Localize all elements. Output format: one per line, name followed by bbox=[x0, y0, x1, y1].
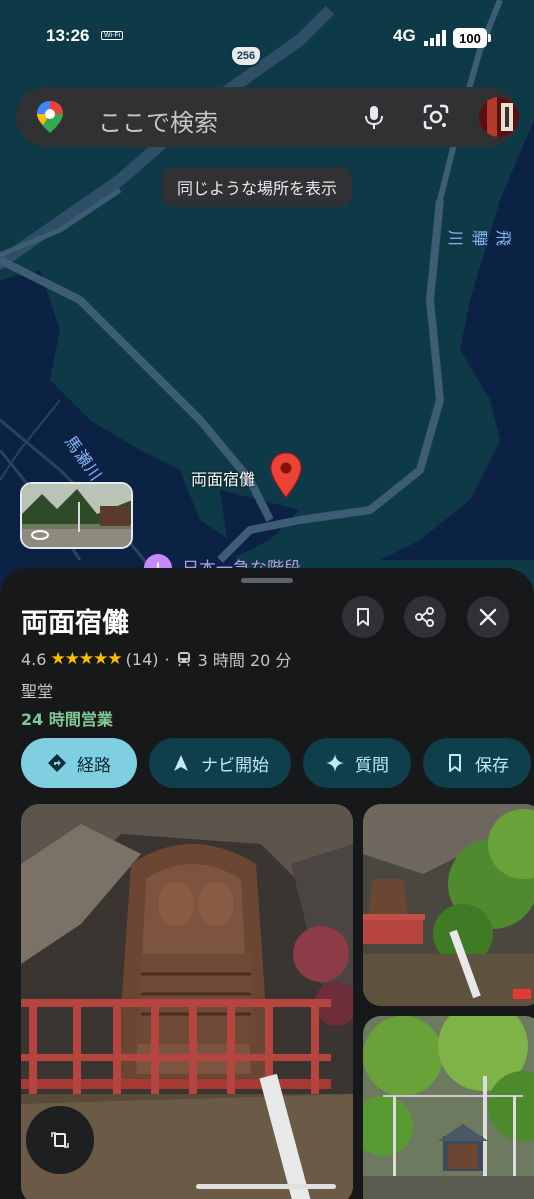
save-chip-button[interactable]: 保存 bbox=[423, 738, 531, 788]
place-map-label[interactable]: 両面宿儺 bbox=[191, 466, 255, 490]
system-nav-handle[interactable] bbox=[196, 1184, 336, 1189]
close-icon bbox=[479, 608, 497, 626]
rotate-photo-button[interactable] bbox=[26, 1106, 94, 1174]
place-details-sheet[interactable]: 両面宿儺 4.6 ★★★★★ (14) · 3 時間 20 分 聖堂 24 時間… bbox=[0, 568, 534, 1199]
sparkle-icon bbox=[326, 754, 344, 772]
share-button[interactable] bbox=[404, 596, 446, 638]
ask-button[interactable]: 質問 bbox=[303, 738, 411, 788]
directions-icon bbox=[48, 754, 66, 772]
photo-thumbnail[interactable] bbox=[363, 1016, 534, 1199]
save-label: 保存 bbox=[475, 755, 509, 776]
lens-icon[interactable] bbox=[421, 103, 451, 131]
close-button[interactable] bbox=[467, 596, 509, 638]
rotate-icon bbox=[51, 1132, 69, 1148]
photo-gallery[interactable] bbox=[21, 804, 534, 1199]
separator: · bbox=[164, 649, 170, 669]
transit-icon bbox=[177, 652, 190, 667]
transit-time: 3 時間 20 分 bbox=[197, 651, 292, 670]
opening-hours[interactable]: 24 時間営業 bbox=[21, 706, 113, 730]
photo-thumbnail[interactable] bbox=[363, 804, 534, 1006]
place-title: 両面宿儺 bbox=[21, 608, 129, 639]
directions-label: 経路 bbox=[77, 755, 111, 776]
street-view-thumbnail[interactable] bbox=[20, 482, 133, 549]
save-button[interactable] bbox=[342, 596, 384, 638]
action-chips: 経路 ナビ開始 質問 保存 bbox=[21, 738, 534, 788]
battery-indicator: 100 bbox=[453, 28, 491, 48]
signal-icon bbox=[424, 30, 446, 46]
river-label-2: 飛騨川 bbox=[446, 230, 513, 247]
ask-label: 質問 bbox=[355, 755, 389, 776]
network-type: 4G bbox=[393, 26, 416, 45]
review-count[interactable]: (14) bbox=[126, 650, 159, 669]
status-time: 13:26 bbox=[46, 26, 90, 45]
map-view[interactable]: 13:26 Wi-Fi 4G 100 256 ここで検索 同じような場所を表示 … bbox=[0, 0, 534, 600]
mic-icon[interactable] bbox=[360, 103, 388, 131]
photo-main[interactable] bbox=[21, 804, 353, 1199]
search-bar[interactable]: ここで検索 bbox=[16, 87, 519, 147]
wifi-calling-icon: Wi-Fi bbox=[101, 31, 124, 40]
search-input[interactable]: ここで検索 bbox=[98, 103, 218, 138]
start-navigation-label: ナビ開始 bbox=[201, 755, 269, 776]
bookmark-icon bbox=[357, 608, 369, 626]
rating-row[interactable]: 4.6 ★★★★★ (14) · 3 時間 20 分 bbox=[21, 648, 291, 670]
place-category: 聖堂 bbox=[21, 682, 54, 701]
status-bar: 13:26 Wi-Fi 4G 100 bbox=[0, 0, 534, 70]
share-icon bbox=[415, 607, 434, 627]
maps-pin-icon bbox=[37, 101, 63, 133]
start-navigation-button[interactable]: ナビ開始 bbox=[149, 738, 291, 788]
rating-value: 4.6 bbox=[21, 649, 47, 669]
selected-place-pin-icon[interactable] bbox=[270, 452, 302, 498]
directions-button[interactable]: 経路 bbox=[21, 738, 137, 788]
star-rating-icon: ★★★★★ bbox=[50, 649, 122, 669]
street-view-360-icon bbox=[31, 530, 49, 540]
bookmark-icon bbox=[449, 754, 461, 772]
navigation-icon bbox=[174, 755, 188, 771]
drag-handle[interactable] bbox=[241, 578, 293, 583]
similar-places-chip[interactable]: 同じような場所を表示 bbox=[162, 167, 353, 207]
avatar[interactable] bbox=[479, 97, 519, 137]
